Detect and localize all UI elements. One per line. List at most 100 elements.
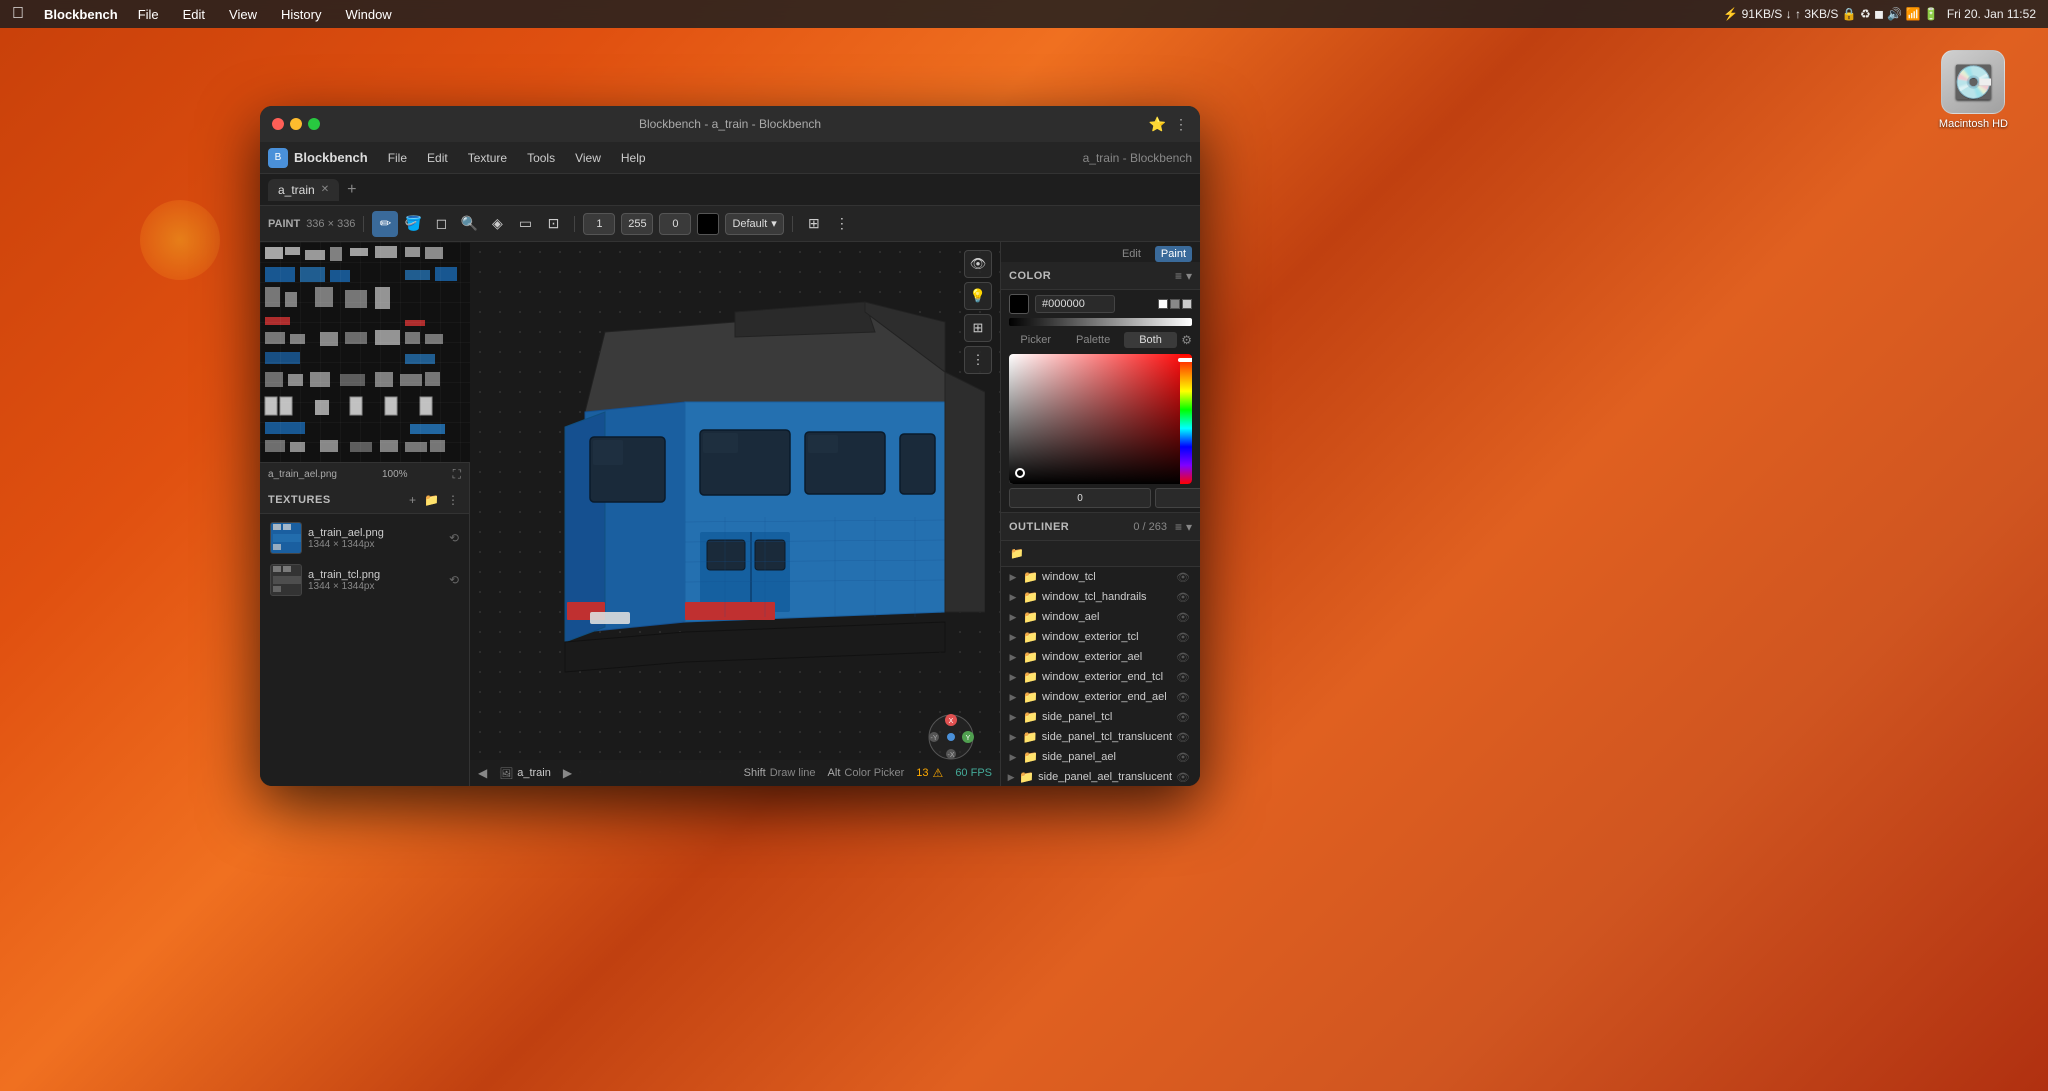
view-options-btn[interactable]: ⋮ (829, 211, 855, 237)
expand-icon-side-panel-ael[interactable]: ▶ (1007, 751, 1019, 763)
visibility-side-panel-ael-translucent[interactable]: 👁 (1176, 771, 1190, 784)
tab-a-train[interactable]: a_train ✕ (268, 179, 339, 201)
viewport-btn-light[interactable]: 💡 (964, 282, 992, 310)
swatch-white[interactable] (1158, 299, 1168, 309)
toolbar-num-1[interactable]: 1 (583, 213, 615, 235)
toolbar-num-3[interactable]: 0 (659, 213, 691, 235)
both-tab[interactable]: Both (1124, 332, 1177, 348)
expand-icon-window-exterior-end-tcl[interactable]: ▶ (1007, 671, 1019, 683)
menu-view[interactable]: View (225, 5, 261, 24)
visibility-window-exterior-end-ael[interactable]: 👁 (1176, 691, 1190, 704)
tab-add-btn[interactable]: + (343, 181, 360, 199)
visibility-window-exterior-tcl[interactable]: 👁 (1176, 631, 1190, 644)
outliner-collapse-btn[interactable]: ▾ (1186, 520, 1192, 534)
paint-tab[interactable]: Paint (1155, 246, 1192, 262)
eraser-tool-btn[interactable]: ◻ (428, 211, 454, 237)
outliner-item-window-ael[interactable]: ▶ 📁 window_ael 👁 (1003, 607, 1198, 627)
expand-icon-side-panel-tcl[interactable]: ▶ (1007, 711, 1019, 723)
app-menu-texture[interactable]: Texture (460, 148, 515, 168)
picker-tool-btn[interactable]: 🔍 (456, 211, 482, 237)
viewport-btn-eye[interactable]: 👁 (964, 250, 992, 278)
app-menu-help[interactable]: Help (613, 148, 654, 168)
outliner-item-window-tcl-handrails[interactable]: ▶ 📁 window_tcl_handrails 👁 (1003, 587, 1198, 607)
expand-icon-window-exterior-tcl[interactable]: ▶ (1007, 631, 1019, 643)
menu-history[interactable]: History (277, 5, 325, 24)
nav-next-btn[interactable]: ▶ (563, 766, 572, 780)
app-menu-view[interactable]: View (567, 148, 609, 168)
color-settings-btn[interactable]: ⚙ (1181, 333, 1192, 347)
hue-bar[interactable] (1180, 354, 1192, 484)
visibility-window-exterior-end-tcl[interactable]: 👁 (1176, 671, 1190, 684)
menu-window[interactable]: Window (341, 5, 395, 24)
app-menu-edit[interactable]: Edit (419, 148, 456, 168)
app-menu-tools[interactable]: Tools (519, 148, 563, 168)
visibility-window-ael[interactable]: 👁 (1176, 611, 1190, 624)
outliner-item-window-exterior-tcl[interactable]: ▶ 📁 window_exterior_tcl 👁 (1003, 627, 1198, 647)
tab-close-btn[interactable]: ✕ (321, 184, 329, 195)
visibility-side-panel-tcl[interactable]: 👁 (1176, 711, 1190, 724)
swatch-light-gray[interactable] (1182, 299, 1192, 309)
menu-edit[interactable]: Edit (179, 5, 209, 24)
visibility-window-exterior-ael[interactable]: 👁 (1176, 651, 1190, 664)
blur-tool-btn[interactable]: ◈ (484, 211, 510, 237)
swatch-gray[interactable] (1170, 299, 1180, 309)
outliner-item-side-panel-ael-translucent[interactable]: ▶ 📁 side_panel_ael_translucent 👁 (1003, 767, 1198, 786)
color-menu-btn[interactable]: ≡ (1175, 269, 1182, 283)
color-gradient-strip[interactable] (1009, 318, 1192, 326)
visibility-window-tcl[interactable]: 👁 (1176, 571, 1190, 584)
outliner-item-window-exterior-ael[interactable]: ▶ 📁 window_exterior_ael 👁 (1003, 647, 1198, 667)
expand-icon-window-exterior-ael[interactable]: ▶ (1007, 651, 1019, 663)
expand-icon-window-tcl[interactable]: ▶ (1007, 571, 1019, 583)
outliner-item-window-exterior-end-tcl[interactable]: ▶ 📁 window_exterior_end_tcl 👁 (1003, 667, 1198, 687)
outliner-item-window-tcl[interactable]: ▶ 📁 window_tcl 👁 (1003, 567, 1198, 587)
mode-dropdown[interactable]: Default ▾ (725, 213, 783, 235)
menu-file[interactable]: File (134, 5, 163, 24)
textures-add-btn[interactable]: + (407, 491, 418, 509)
expand-icon-window-exterior-end-ael[interactable]: ▶ (1007, 691, 1019, 703)
textures-folder-btn[interactable]: 📁 (422, 491, 441, 509)
texture-item-ael[interactable]: a_train_ael.png 1344 × 1344px ⟲ (264, 518, 465, 558)
window-menu-btn[interactable]: ⋮ (1174, 116, 1188, 133)
edit-tab[interactable]: Edit (1116, 246, 1147, 262)
texture-action-tcl[interactable]: ⟲ (449, 573, 459, 587)
color-hex-input[interactable] (1035, 295, 1115, 313)
window-pin-btn[interactable]: ⭐ (1149, 116, 1166, 133)
desktop-icon-macintosh-hd[interactable]: 💽 Macintosh HD (1939, 50, 2008, 130)
visibility-side-panel-tcl-translucent[interactable]: 👁 (1176, 731, 1190, 744)
viewport-btn-menu[interactable]: ⋮ (964, 346, 992, 374)
brush-tool-btn[interactable]: ✏ (372, 211, 398, 237)
expand-icon-side-panel-tcl-translucent[interactable]: ▶ (1007, 731, 1019, 743)
viewport[interactable]: 👁 💡 ⊞ ⋮ X -X (470, 242, 1000, 786)
visibility-window-tcl-handrails[interactable]: 👁 (1176, 591, 1190, 604)
texture-canvas[interactable] (260, 242, 470, 462)
outliner-item-side-panel-ael[interactable]: ▶ 📁 side_panel_ael 👁 (1003, 747, 1198, 767)
outliner-item-window-exterior-end-ael[interactable]: ▶ 📁 window_exterior_end_ael 👁 (1003, 687, 1198, 707)
outliner-add-group-btn[interactable]: 📁 (1007, 544, 1027, 564)
maximize-button[interactable] (308, 118, 320, 130)
expand-icon-window-ael[interactable]: ▶ (1007, 611, 1019, 623)
viewport-btn-grid[interactable]: ⊞ (964, 314, 992, 342)
expand-icon-window-tcl-handrails[interactable]: ▶ (1007, 591, 1019, 603)
texture-action-ael[interactable]: ⟲ (449, 531, 459, 545)
outliner-menu-btn[interactable]: ≡ (1175, 520, 1182, 534)
apple-menu[interactable]:  (12, 5, 24, 23)
shape-tool-btn[interactable]: ▭ (512, 211, 538, 237)
color-hex-swatch[interactable] (1009, 294, 1029, 314)
textures-menu-btn[interactable]: ⋮ (445, 491, 461, 509)
toolbar-num-2[interactable]: 255 (621, 213, 653, 235)
outliner-item-side-panel-tcl-translucent[interactable]: ▶ 📁 side_panel_tcl_translucent 👁 (1003, 727, 1198, 747)
uv-tool-btn[interactable]: ⊡ (540, 211, 566, 237)
visibility-side-panel-ael[interactable]: 👁 (1176, 751, 1190, 764)
picker-tab[interactable]: Picker (1009, 332, 1062, 348)
rgb-g-input[interactable]: 0 (1155, 488, 1200, 508)
rgb-r-input[interactable]: 0 (1009, 488, 1151, 508)
minimize-button[interactable] (290, 118, 302, 130)
close-button[interactable] (272, 118, 284, 130)
texture-fullscreen-btn[interactable]: ⛶ (453, 467, 461, 482)
color-swatch[interactable] (697, 213, 719, 235)
app-menu-file[interactable]: File (380, 148, 415, 168)
palette-tab[interactable]: Palette (1066, 332, 1119, 348)
outliner-item-side-panel-tcl[interactable]: ▶ 📁 side_panel_tcl 👁 (1003, 707, 1198, 727)
texture-item-tcl[interactable]: a_train_tcl.png 1344 × 1344px ⟲ (264, 560, 465, 600)
grid-toggle-btn[interactable]: ⊞ (801, 211, 827, 237)
